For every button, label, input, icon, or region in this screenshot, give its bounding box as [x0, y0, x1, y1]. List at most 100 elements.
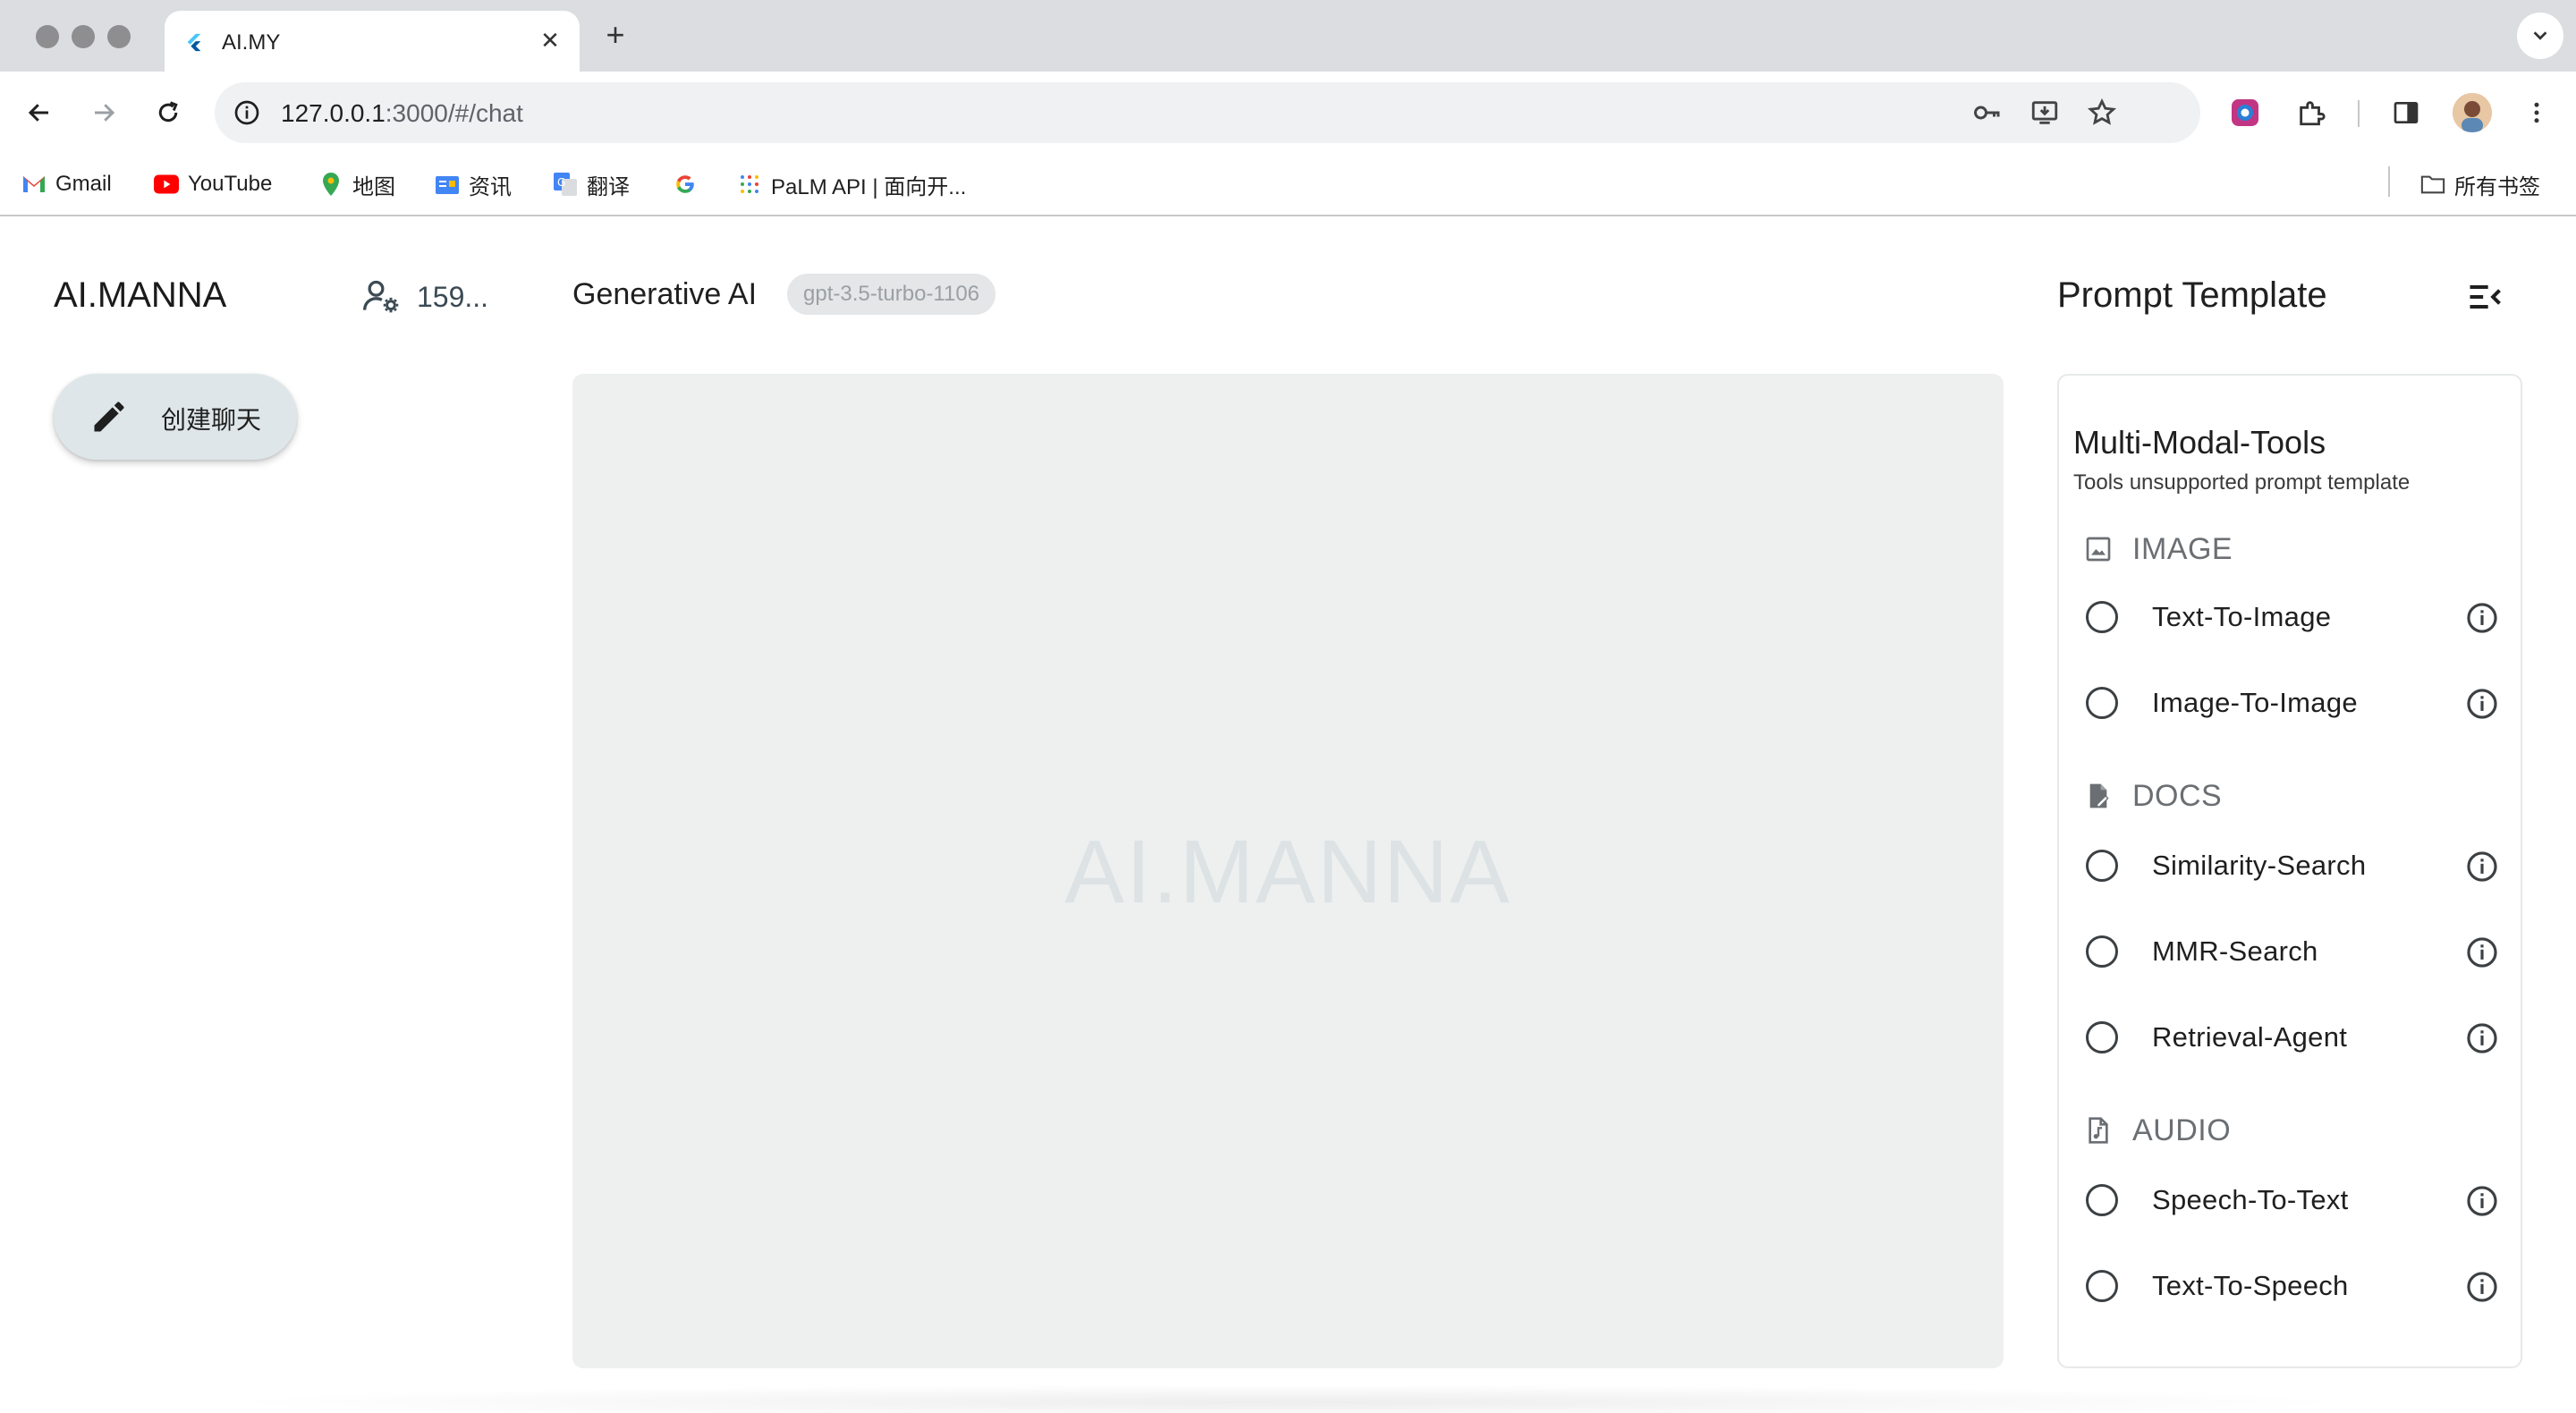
- new-chat-button[interactable]: 创建聊天: [54, 374, 297, 460]
- translate-icon: G: [553, 172, 578, 197]
- info-icon[interactable]: [2465, 1021, 2499, 1055]
- section-label: IMAGE: [2132, 531, 2233, 566]
- svg-text:G: G: [557, 176, 565, 189]
- folder-icon: [2420, 172, 2445, 197]
- info-icon[interactable]: [2465, 687, 2499, 721]
- info-icon[interactable]: [2465, 935, 2499, 969]
- option-text-to-speech[interactable]: Text-To-Speech: [2082, 1259, 2503, 1313]
- bookmark-label: Gmail: [55, 172, 112, 196]
- option-label: Text-To-Image: [2152, 601, 2332, 632]
- option-retrieval-agent[interactable]: Retrieval-Agent: [2082, 1011, 2503, 1064]
- panel-title: Prompt Template: [2057, 275, 2327, 315]
- radio-button[interactable]: [2086, 687, 2118, 719]
- bookmark-star-icon[interactable]: [2084, 95, 2120, 131]
- bookmark-label: 资讯: [469, 174, 512, 199]
- all-bookmarks-label: 所有书签: [2454, 174, 2540, 199]
- document-icon: [2082, 780, 2114, 812]
- site-info-icon[interactable]: [227, 93, 267, 132]
- image-icon: [2082, 533, 2114, 565]
- bookmark-label: 翻译: [587, 174, 630, 199]
- tab-title: AI.MY: [222, 30, 281, 55]
- user-settings-icon: [363, 280, 399, 313]
- radio-button[interactable]: [2086, 1021, 2118, 1053]
- tab-close-icon[interactable]: ✕: [537, 27, 564, 54]
- audio-file-icon: [2082, 1114, 2114, 1146]
- extension-color-icon[interactable]: [2224, 91, 2267, 134]
- address-bar[interactable]: 127.0.0.1:3000/#/chat: [215, 82, 2200, 143]
- chevron-down-icon: [2533, 31, 2547, 40]
- bookmark-gmail[interactable]: Gmail: [21, 166, 112, 202]
- user-count: 159...: [417, 280, 489, 313]
- panel-subtitle: Tools unsupported prompt template: [2073, 470, 2411, 495]
- info-icon[interactable]: [2465, 601, 2499, 635]
- browser-chrome-border: [0, 215, 2576, 216]
- user-settings[interactable]: 159...: [361, 277, 488, 317]
- key-icon[interactable]: [1970, 95, 2005, 131]
- all-bookmarks[interactable]: 所有书签: [2420, 166, 2540, 202]
- info-icon[interactable]: [2465, 1184, 2499, 1218]
- option-text-to-image[interactable]: Text-To-Image: [2082, 590, 2503, 644]
- option-label: MMR-Search: [2152, 935, 2318, 967]
- section-image: IMAGE: [2082, 529, 2233, 569]
- prompt-template-panel: Multi-Modal-Tools Tools unsupported prom…: [2057, 374, 2522, 1368]
- url-path: :3000/#/chat: [385, 99, 523, 127]
- option-label: Speech-To-Text: [2152, 1184, 2349, 1215]
- option-label: Text-To-Speech: [2152, 1270, 2349, 1301]
- new-tab-button[interactable]: +: [597, 18, 633, 54]
- bookmark-label: PaLM API | 面向开...: [771, 174, 967, 199]
- palm-dots-icon: [737, 172, 762, 197]
- forward-button[interactable]: [84, 93, 123, 132]
- new-chat-label: 创建聊天: [161, 406, 262, 434]
- window-close-button[interactable]: [36, 25, 59, 48]
- bookmark-palm-api[interactable]: PaLM API | 面向开...: [737, 166, 966, 202]
- radio-button[interactable]: [2086, 1270, 2118, 1302]
- radio-button[interactable]: [2086, 935, 2118, 968]
- profile-avatar[interactable]: [2453, 93, 2492, 132]
- back-button[interactable]: [20, 93, 59, 132]
- bottom-shadow: [215, 1384, 2361, 1413]
- window-minimize-button[interactable]: [72, 25, 95, 48]
- option-image-to-image[interactable]: Image-To-Image: [2082, 676, 2503, 730]
- browser-menu-icon[interactable]: [2515, 91, 2558, 134]
- browser-tab-active[interactable]: AI.MY ✕: [165, 11, 580, 72]
- extensions-puzzle-icon[interactable]: [2290, 91, 2333, 134]
- bookmark-google[interactable]: [673, 166, 698, 202]
- panel-heading: Multi-Modal-Tools: [2073, 424, 2326, 461]
- section-label: AUDIO: [2132, 1113, 2232, 1147]
- tab-search-button[interactable]: [2517, 13, 2563, 59]
- info-icon[interactable]: [2465, 1270, 2499, 1304]
- bookmark-news[interactable]: 资讯: [435, 166, 512, 202]
- option-mmr-search[interactable]: MMR-Search: [2082, 925, 2503, 978]
- radio-button[interactable]: [2086, 601, 2118, 633]
- install-app-icon[interactable]: [2027, 95, 2063, 131]
- main-title: Generative AI: [572, 277, 758, 311]
- model-chip[interactable]: gpt-3.5-turbo-1106: [787, 274, 996, 315]
- toolbar-divider: [2358, 100, 2360, 127]
- bookmarks-divider: [2388, 166, 2390, 197]
- side-panel-icon[interactable]: [2385, 91, 2428, 134]
- bookmark-maps[interactable]: 地图: [318, 166, 395, 202]
- chat-area[interactable]: AI.MANNA: [572, 374, 2004, 1368]
- radio-button[interactable]: [2086, 850, 2118, 882]
- bookmark-youtube[interactable]: YouTube: [154, 166, 272, 202]
- reload-button[interactable]: [148, 93, 188, 132]
- pencil-icon: [94, 402, 124, 432]
- bookmarks-bar: Gmail YouTube 地图 资讯 G 翻译 PaLM API | 面向开.…: [0, 154, 2576, 215]
- option-label: Similarity-Search: [2152, 850, 2367, 881]
- watermark: AI.MANNA: [1064, 822, 1512, 922]
- google-icon: [673, 172, 698, 197]
- option-similarity-search[interactable]: Similarity-Search: [2082, 839, 2503, 893]
- maps-icon: [318, 172, 343, 197]
- info-icon[interactable]: [2465, 850, 2499, 884]
- bookmark-label: YouTube: [188, 172, 273, 196]
- youtube-icon: [154, 172, 179, 197]
- radio-button[interactable]: [2086, 1184, 2118, 1216]
- option-label: Retrieval-Agent: [2152, 1021, 2348, 1053]
- option-speech-to-text[interactable]: Speech-To-Text: [2082, 1173, 2503, 1227]
- menu-collapse-icon[interactable]: [2465, 277, 2504, 317]
- url-text[interactable]: 127.0.0.1:3000/#/chat: [281, 99, 523, 128]
- section-docs: DOCS: [2082, 776, 2222, 816]
- arrow-right-icon: [95, 104, 115, 122]
- bookmark-translate[interactable]: G 翻译: [553, 166, 630, 202]
- window-zoom-button[interactable]: [107, 25, 131, 48]
